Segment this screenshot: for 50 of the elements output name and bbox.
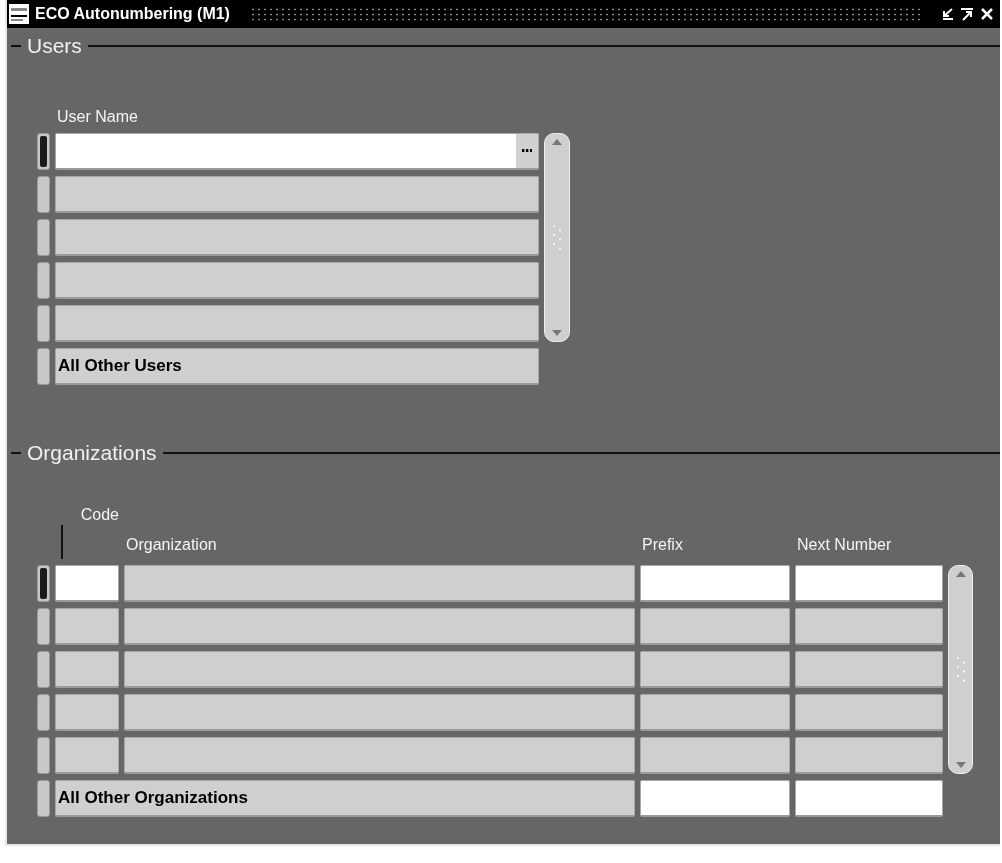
table-field[interactable] (795, 737, 943, 774)
more-icon (522, 149, 532, 153)
record-indicator[interactable] (37, 133, 50, 170)
column-label: Code (79, 505, 119, 525)
user-name-field[interactable] (55, 262, 539, 299)
column-label: Next Number (796, 535, 893, 555)
window-title: ECO Autonumbering (M1) (35, 5, 230, 23)
user-name-field[interactable] (55, 176, 539, 213)
scroll-down-icon[interactable] (954, 761, 967, 769)
table-field[interactable] (795, 651, 943, 688)
table-field[interactable] (124, 694, 635, 731)
section-title: Organizations (27, 441, 157, 465)
user-name-field[interactable] (55, 219, 539, 256)
table-field[interactable] (795, 694, 943, 731)
column-label: Prefix (641, 535, 684, 555)
scroll-down-icon[interactable] (551, 329, 563, 337)
table-field[interactable] (640, 737, 790, 774)
scroll-up-icon[interactable] (954, 570, 967, 578)
record-indicator[interactable] (37, 565, 50, 602)
table-field[interactable] (795, 608, 943, 645)
table-field[interactable] (640, 780, 790, 817)
scroll-bar[interactable] (544, 133, 570, 342)
column-label: Organization (125, 535, 218, 555)
table-field[interactable] (124, 651, 635, 688)
table-field[interactable] (640, 694, 790, 731)
table-field[interactable] (55, 651, 119, 688)
table-field[interactable] (55, 565, 119, 602)
close-icon[interactable] (980, 7, 994, 21)
scroll-up-icon[interactable] (551, 138, 563, 146)
table-field[interactable] (124, 737, 635, 774)
table-field[interactable] (795, 565, 943, 602)
list-of-values-button[interactable] (516, 134, 538, 168)
user-name-field[interactable] (55, 133, 539, 170)
footer-label: All Other Organizations (58, 788, 248, 808)
table-field[interactable] (640, 651, 790, 688)
table-field[interactable] (55, 694, 119, 731)
table-field[interactable] (124, 565, 635, 602)
table-field[interactable] (124, 608, 635, 645)
minimize-icon[interactable] (940, 7, 954, 21)
column-label: User Name (56, 107, 139, 127)
footer-label: All Other Users (58, 356, 182, 376)
table-field[interactable] (640, 608, 790, 645)
table-field[interactable] (55, 608, 119, 645)
user-name-field[interactable] (55, 305, 539, 342)
table-field[interactable] (55, 737, 119, 774)
table-field[interactable] (640, 565, 790, 602)
section-title: Users (27, 34, 82, 58)
scroll-bar[interactable] (948, 565, 973, 774)
maximize-icon[interactable] (960, 7, 974, 21)
table-field[interactable] (795, 780, 943, 817)
